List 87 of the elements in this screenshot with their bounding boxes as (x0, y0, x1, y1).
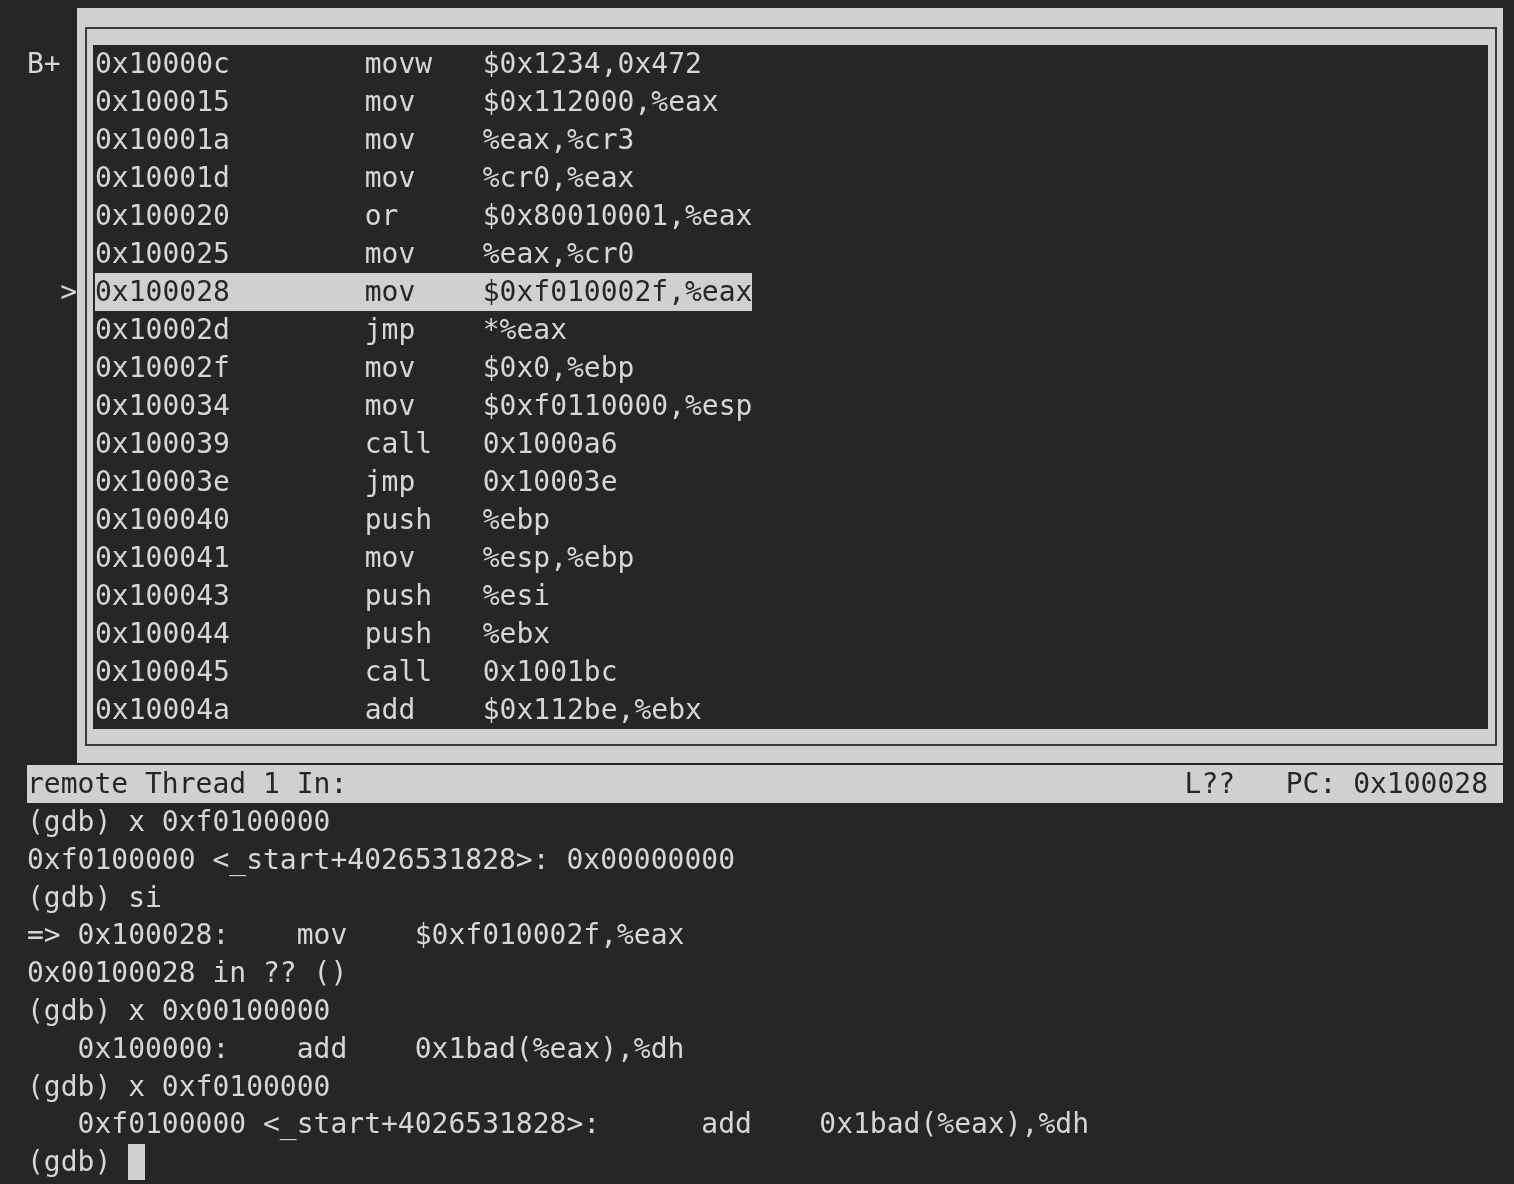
mnemonic-text: or (364, 198, 400, 234)
instruction-row[interactable]: 0x100028 mov $0xf010002f,%eax (95, 273, 753, 311)
address-text: 0x10002d (95, 312, 231, 348)
operands-text: 0x1000a6 (482, 426, 618, 462)
gdb-prompt: (gdb) (27, 1144, 112, 1181)
address-text: 0x100043 (95, 578, 231, 614)
address-text: 0x100044 (95, 616, 231, 652)
address-text: 0x10003e (95, 464, 231, 500)
instruction-row[interactable]: 0x100020 or $0x80010001,%eax (95, 197, 753, 235)
instruction-row[interactable]: 0x100045 call 0x1001bc (95, 653, 618, 691)
operands-text: %esi (482, 578, 551, 614)
operands-text: $0xf010002f,%eax (482, 274, 753, 310)
instruction-row[interactable]: 0x10003e jmp 0x10003e (95, 463, 618, 501)
console-line: (gdb) x 0xf0100000 (27, 804, 331, 840)
console-line: => 0x100028: mov $0xf010002f,%eax (27, 917, 685, 954)
address-text: 0x100041 (95, 540, 231, 576)
address-text: 0x10004a (95, 692, 231, 728)
mnemonic-text: push (364, 616, 434, 652)
instruction-row[interactable]: 0x100043 push %esi (95, 577, 551, 615)
operands-text: %eax,%cr0 (482, 236, 635, 272)
instruction-row[interactable]: 0x10000c movw $0x1234,0x472 (95, 45, 702, 83)
mnemonic-text: jmp (364, 312, 417, 348)
pc-indicator: PC: 0x100028 (1285, 766, 1488, 802)
status-text: remote Thread 1 In: (27, 767, 348, 800)
operands-text: 0x10003e (482, 464, 618, 500)
instruction-row[interactable]: 0x100015 mov $0x112000,%eax (95, 83, 719, 121)
mnemonic-text: push (364, 578, 434, 614)
operands-text: %ebp (482, 502, 551, 538)
operands-text: %esp,%ebp (482, 540, 635, 576)
operands-text: $0x80010001,%eax (482, 198, 753, 234)
line-indicator: L?? (1184, 766, 1236, 802)
instruction-row[interactable]: 0x10001a mov %eax,%cr3 (95, 121, 635, 159)
address-text: 0x100040 (95, 502, 231, 538)
mnemonic-text: movw (364, 46, 434, 82)
console-line: 0x00100028 in ?? () (27, 955, 348, 992)
mnemonic-text: push (364, 502, 434, 538)
mnemonic-text: mov (364, 84, 417, 120)
instruction-row[interactable]: 0x10004a add $0x112be,%ebx (95, 691, 702, 729)
instruction-row[interactable]: 0x100041 mov %esp,%ebp (95, 539, 635, 577)
breakpoint-marker: B+ (27, 47, 61, 80)
mnemonic-text: mov (364, 540, 417, 576)
instruction-row[interactable]: 0x10002f mov $0x0,%ebp (95, 349, 635, 387)
operands-text: %ebx (482, 616, 551, 652)
instruction-row[interactable]: 0x100039 call 0x1000a6 (95, 425, 618, 463)
operands-text: %cr0,%eax (482, 160, 635, 196)
mnemonic-text: mov (364, 236, 417, 272)
address-text: 0x100015 (95, 84, 231, 120)
operands-text: $0xf0110000,%esp (482, 388, 753, 424)
console-line: 0xf0100000 <_start+4026531828>: add 0x1bad(%eax),%dh (76, 1106, 1090, 1143)
address-text: 0x10001d (95, 160, 231, 196)
address-text: 0x100039 (95, 426, 231, 462)
console-line: (gdb) si (27, 879, 162, 916)
instruction-row[interactable]: 0x10001d mov %cr0,%eax (95, 159, 635, 197)
address-text: 0x10002f (95, 350, 231, 386)
instruction-row[interactable]: 0x100025 mov %eax,%cr0 (95, 235, 635, 273)
current-line-marker: > (60, 275, 77, 308)
instruction-row[interactable]: 0x100034 mov $0xf0110000,%esp (95, 387, 753, 425)
console-line: (gdb) x 0xf0100000 (27, 1068, 331, 1105)
mnemonic-text: mov (364, 388, 417, 424)
instruction-row[interactable]: 0x100044 push %ebx (95, 615, 551, 653)
operands-text: $0x112be,%ebx (482, 692, 702, 728)
mnemonic-text: call (364, 426, 434, 462)
address-text: 0x100028 (95, 274, 231, 310)
console-line: 0xf0100000 <_start+4026531828>: 0x00000000 (27, 841, 735, 878)
address-text: 0x100045 (95, 654, 231, 690)
mnemonic-text: jmp (364, 464, 417, 500)
instruction-row[interactable]: 0x10002d jmp *%eax (95, 311, 567, 349)
mnemonic-text: mov (364, 122, 417, 158)
mnemonic-text: mov (364, 274, 417, 310)
address-text: 0x10001a (95, 122, 231, 158)
address-text: 0x100025 (95, 236, 231, 272)
operands-text: $0x1234,0x472 (482, 46, 702, 82)
operands-text: $0x112000,%eax (482, 84, 719, 120)
address-text: 0x100034 (95, 388, 231, 424)
mnemonic-text: mov (364, 350, 417, 386)
operands-text: 0x1001bc (482, 654, 618, 690)
operands-text: %eax,%cr3 (482, 122, 635, 158)
address-text: 0x100020 (95, 198, 231, 234)
address-text: 0x10000c (95, 46, 231, 82)
console-line: (gdb) x 0x00100000 (27, 993, 331, 1029)
mnemonic-text: add (364, 692, 417, 728)
instruction-row[interactable]: 0x100040 push %ebp (95, 501, 551, 539)
mnemonic-text: mov (364, 160, 417, 196)
operands-text: $0x0,%ebp (482, 350, 635, 386)
mnemonic-text: call (364, 654, 434, 690)
console-line: 0x100000: add 0x1bad(%eax),%dh (76, 1030, 685, 1067)
operands-text: *%eax (482, 312, 567, 348)
